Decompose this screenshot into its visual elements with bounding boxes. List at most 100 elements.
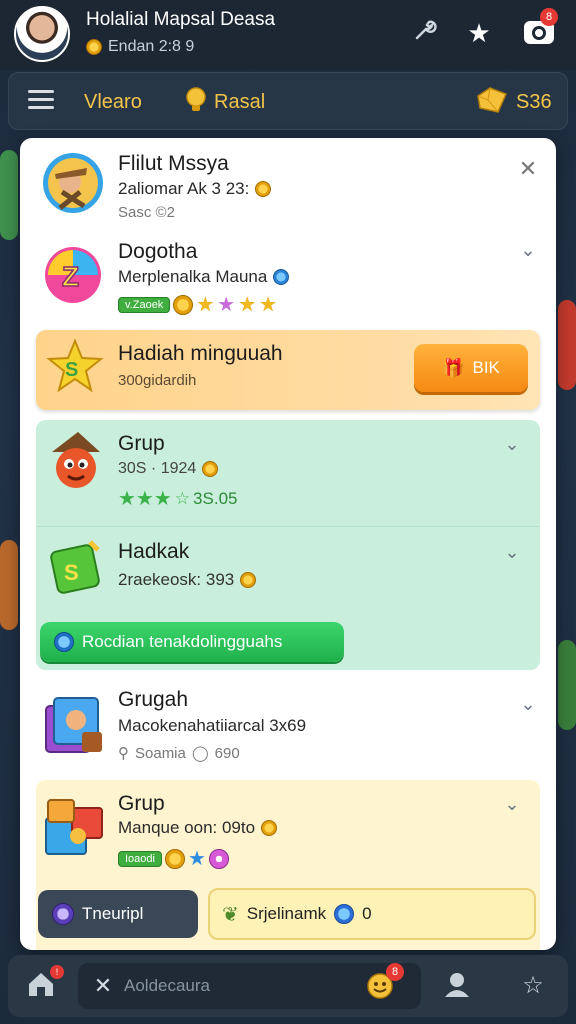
coin-icon [173,294,194,315]
gem-count: S36 [516,91,552,113]
orb-icon [208,848,229,869]
item-title: Grup [118,792,165,815]
item-meta: ⚲ Soamia ◯ 690 [118,744,240,763]
profile-name: Holalial Mapsal Deasa [86,9,276,30]
coin-icon [240,572,257,588]
star-icon: ★ [238,294,257,316]
background-tile [0,150,18,240]
chevron-down-icon[interactable]: ⌄ [518,240,538,260]
coin-icon [261,820,278,836]
star-icon[interactable]: ★ [462,16,496,50]
green-box-icon: S [46,536,106,598]
coin-icon [164,848,185,869]
divider [36,526,540,527]
blue-orb-icon [334,904,355,924]
ring-icon: ◯ [191,745,209,762]
profile-icon[interactable] [440,969,474,1003]
lightbulb-icon [184,86,208,114]
right-action-button[interactable]: ❦ Srjelinamk 0 [208,888,536,940]
edit-icon: ✕ [93,973,113,998]
gift-icon: 🎁 [442,357,465,378]
close-icon[interactable]: ✕ [518,156,538,181]
swirl-icon [52,903,74,925]
item-subtitle: 2raekeosk: 393 [118,570,257,590]
list-item[interactable]: Flilut Mssya 2aliomar Ak 3 23: Sasc ©2 ✕ [20,138,556,230]
list-item[interactable]: Z Dogotha Merplenalka Mauna v.Zaoek ★ ★ … [20,230,556,326]
hamburger-menu-icon[interactable] [28,90,54,110]
item-title: Flilut Mssya [118,152,229,175]
coin-icon [255,181,272,197]
item-subtitle: Macokenahatiiarcal 3x69 [118,716,307,735]
background-tile [0,540,18,630]
menu-bar: Vlearo Rasal S36 [8,72,568,130]
weekly-gift-card[interactable]: S Hadiah minguuah 300gidardih 🎁 BIK [36,330,540,410]
item-title: Grup [118,432,165,455]
svg-text:S: S [64,560,79,585]
level-badge: v.Zaoek [118,296,171,313]
hint-label[interactable]: Rasal [214,91,265,114]
chevron-down-icon[interactable]: ⌄ [502,542,522,562]
list-item[interactable]: Grugah Macokenahatiiarcal 3x69 ⚲ Soamia … [20,678,556,776]
rating-row: ★★★ ☆ 3S.05 [118,486,237,511]
book-character-icon [42,692,106,758]
monster-icon [44,430,108,494]
left-action-button[interactable]: Tneuripl [38,890,198,938]
item-subtitle: 30S · 1924 [118,460,219,478]
claim-button[interactable]: 🎁 BIK [414,344,528,392]
menu-label[interactable]: Vlearo [84,91,142,114]
item-subtitle-text: 30S · 1924 [118,460,197,477]
item-subtitle-text: 2aliomar Ak 3 23: [118,179,250,198]
group-join-button-label: Rocdian tenakdolingguahs [82,632,283,651]
camera-icon[interactable]: 8 [522,8,558,50]
coin-icon [202,461,219,477]
globe-icon [54,632,74,652]
profile-subtitle-text: Endan 2:8 9 [108,38,195,55]
star-icon: ☆ [174,488,191,508]
chat-input-placeholder: Aoldecaura [124,976,211,995]
chevron-down-icon[interactable]: ⌄ [502,434,522,454]
reward-row: v.Zaoek ★ ★ ★ ★ [118,292,277,317]
colorful-ball-icon: Z [42,242,104,304]
item-subtitle: Merplenalka Mauna [118,267,290,287]
profile-avatar[interactable] [14,6,70,62]
right-action-label: Srjelinamk [246,904,327,923]
star-icon: ★ [259,294,278,316]
item-meta-text: Soamia [135,744,186,762]
background-tile [558,300,576,390]
item-meta: Sasc ©2 [118,204,175,221]
group-section: Grup Manque oon: 09to Ioaodi ★ ⌄ Tneurip… [36,780,540,950]
wrench-icon[interactable] [408,16,442,50]
item-meta-count: 690 [214,744,240,762]
right-action-count: 0 [362,904,372,923]
item-subtitle-text: Merplenalka Mauna [118,267,268,286]
item-subtitle: 2aliomar Ak 3 23: [118,179,272,199]
favorites-icon[interactable]: ☆ [516,969,550,1003]
bottom-bar: ! ✕ Aoldecaura 8 ☆ [8,955,568,1017]
left-action-label: Tneuripl [82,904,144,923]
gem-icon [476,86,508,114]
item-subtitle-text: 2raekeosk: 393 [118,570,235,589]
star-icon: ★★★ [118,488,172,510]
chat-smiley-icon[interactable]: 8 [364,963,404,1003]
item-title: Hadkak [118,540,190,563]
rating-value: 3S.05 [193,488,238,508]
item-title: Hadiah minguuah [118,342,283,365]
group-join-button[interactable]: Rocdian tenakdolingguahs [40,622,344,662]
svg-text:S: S [65,359,78,381]
item-title: Grugah [118,688,189,711]
star-icon: ★ [217,294,236,316]
chevron-down-icon[interactable]: ⌄ [502,794,522,814]
svg-text:Z: Z [62,261,79,292]
background-tile [558,640,576,730]
home-badge: ! [50,965,64,979]
claim-button-label: BIK [472,358,500,377]
chevron-down-icon[interactable]: ⌄ [518,694,538,714]
home-icon[interactable]: ! [24,965,64,1003]
item-subtitle: 300gidardih [118,372,197,389]
item-subtitle-text: Manque oon: 09to [118,818,256,837]
chat-badge: 8 [386,963,404,981]
blue-orb-icon [273,269,290,285]
star-coin-icon: S [46,338,104,396]
item-title: Dogotha [118,240,198,263]
top-bar: Holalial Mapsal Deasa Endan 2:8 9 ★ 8 [0,0,576,70]
